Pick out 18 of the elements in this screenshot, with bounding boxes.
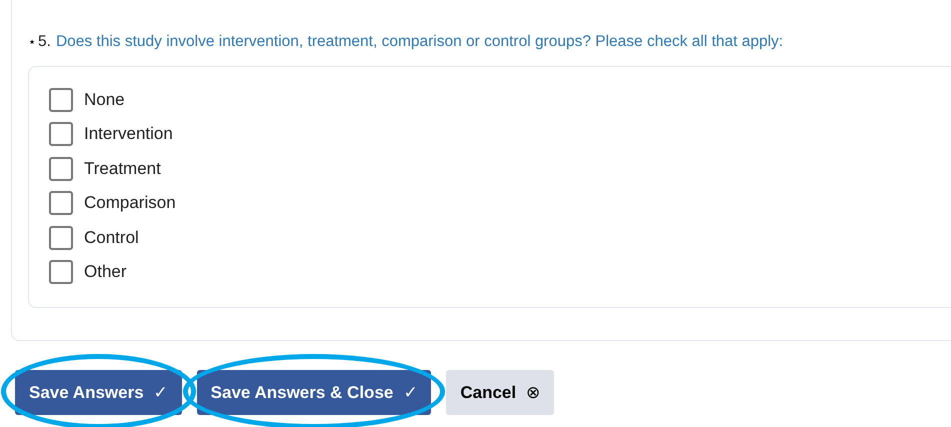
cancel-button[interactable]: Cancel ⊗ [446, 370, 554, 415]
option-label: Control [84, 226, 139, 249]
option-label: None [84, 88, 125, 111]
option-label: Other [84, 261, 127, 284]
checkbox[interactable] [49, 226, 73, 250]
question-number: 5. [38, 32, 51, 52]
save-button[interactable]: Save Answers ✓ [15, 370, 182, 415]
checkbox[interactable] [49, 156, 73, 180]
checkbox[interactable] [49, 191, 73, 215]
checkbox[interactable] [49, 88, 73, 112]
option-label: Treatment [84, 158, 161, 180]
save-button[interactable]: Save Answers & Close ✓ [196, 370, 432, 415]
checkbox[interactable] [49, 122, 73, 146]
question-text: Does this study involve intervention, treatment, comparison or control groups? Please check all that apply: [56, 32, 784, 52]
checkbox[interactable] [49, 260, 73, 284]
option-label: Comparison [84, 192, 176, 214]
option-label: Intervention [84, 123, 173, 146]
required-star-icon: ⋆ [28, 32, 36, 52]
